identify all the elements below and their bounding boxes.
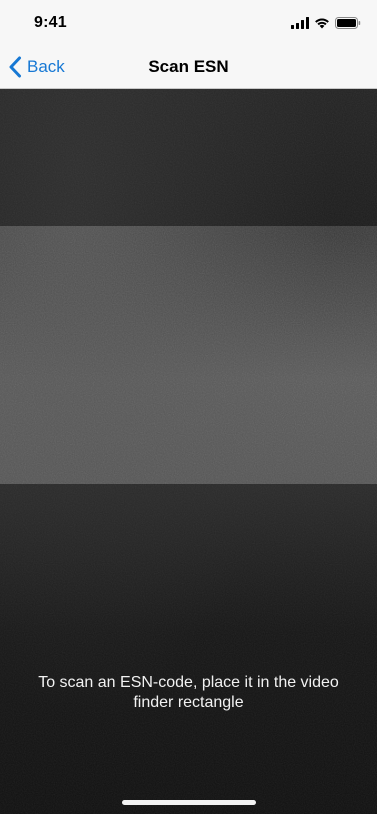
status-time: 9:41 [34,14,67,31]
battery-icon [335,17,361,29]
video-finder-rectangle [0,226,377,484]
back-label: Back [27,56,65,76]
navigation-bar: Back Scan ESN [0,45,377,89]
cellular-signal-icon [291,17,309,29]
status-icons [291,16,361,30]
finder-mask-top [0,89,377,226]
home-indicator[interactable] [122,800,256,805]
wifi-icon [315,18,329,29]
finder-mask-bottom [0,484,377,814]
back-button[interactable]: Back [8,45,65,88]
phone-screen: 9:41 Back Scan ESN To scan an ESN-code, … [0,0,377,814]
camera-preview: To scan an ESN-code, place it in the vid… [0,89,377,814]
chevron-left-icon [9,56,21,77]
scan-instructions: To scan an ESN-code, place it in the vid… [38,674,339,711]
status-bar: 9:41 [0,0,377,45]
